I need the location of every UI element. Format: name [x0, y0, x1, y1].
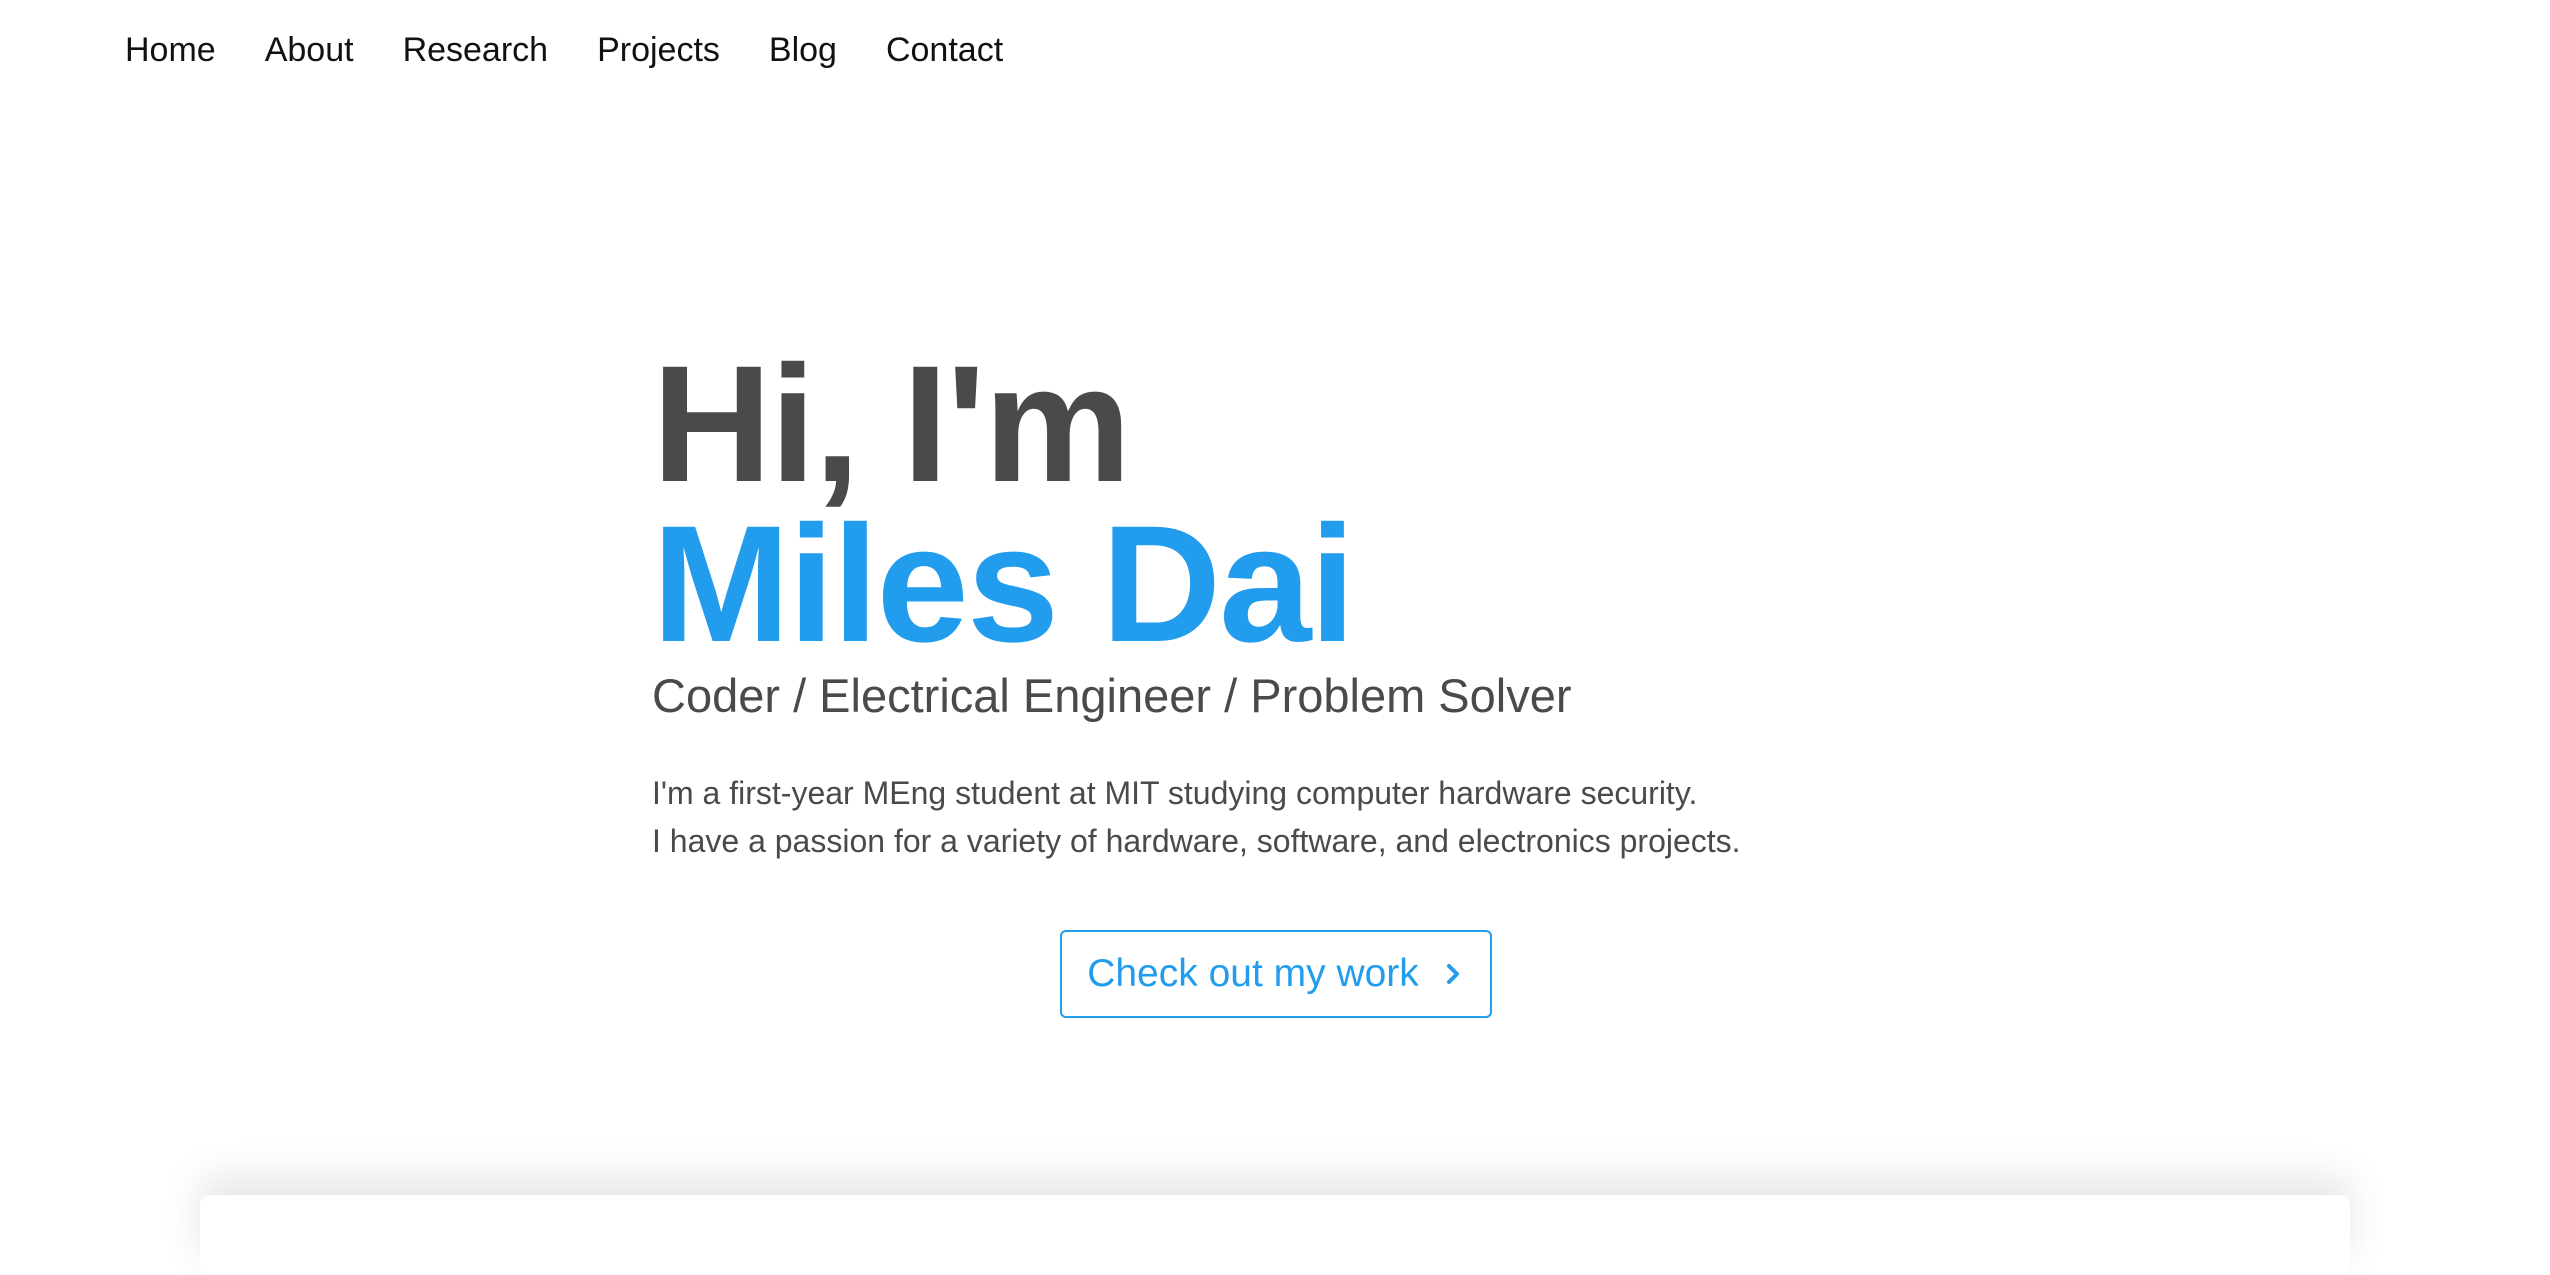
check-out-my-work-button[interactable]: Check out my work	[1060, 930, 1492, 1018]
nav-item-projects[interactable]: Projects	[597, 28, 720, 72]
hero-greeting: Hi, I'm	[652, 332, 1131, 517]
hero-section: Hi, I'm Miles Dai Coder / Electrical Eng…	[652, 332, 2052, 865]
bio-line: I'm a first-year MEng student at MIT stu…	[652, 775, 1698, 811]
nav-item-blog[interactable]: Blog	[769, 28, 837, 72]
hero-tagline: Coder / Electrical Engineer / Problem So…	[652, 669, 1572, 722]
cta-label: Check out my work	[1087, 952, 1419, 995]
content-card-edge	[200, 1195, 2350, 1275]
nav-item-about[interactable]: About	[265, 28, 354, 72]
nav-item-home[interactable]: Home	[125, 28, 216, 72]
hero-bio: I'm a first-year MEng student at MIT stu…	[652, 769, 2052, 865]
main-nav: Home About Research Projects Blog Contac…	[125, 28, 1052, 72]
nav-item-contact[interactable]: Contact	[886, 28, 1003, 72]
chevron-right-icon	[1441, 962, 1465, 986]
bio-line: I have a passion for a variety of hardwa…	[652, 823, 1741, 859]
hero-name: Miles Dai	[652, 492, 1356, 677]
nav-item-research[interactable]: Research	[403, 28, 549, 72]
